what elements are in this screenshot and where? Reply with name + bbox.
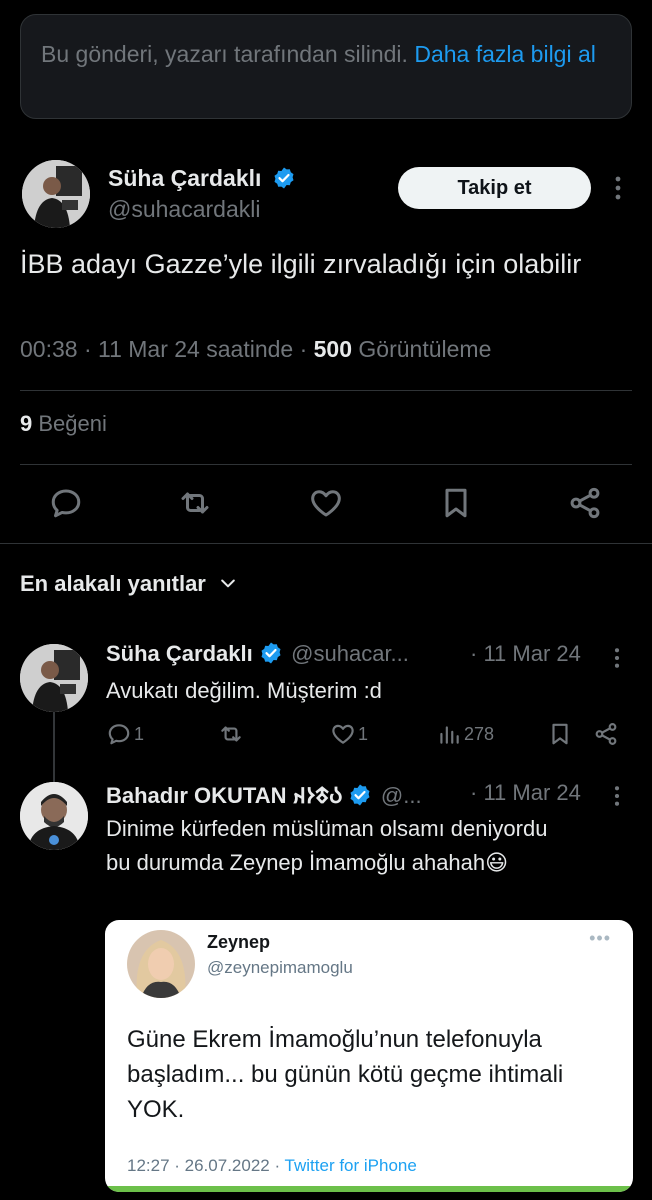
reply-author-handle[interactable]: @suhacar... [291, 641, 409, 666]
post-text: İBB adayı Gazze’yle ilgili zırvaladığı i… [20, 249, 582, 279]
follow-button[interactable]: Takip et [398, 167, 591, 209]
reply-icon[interactable] [48, 485, 84, 521]
likes-count: 9 [20, 411, 33, 436]
like-icon [332, 724, 354, 744]
verified-badge-icon [261, 642, 281, 664]
author-handle[interactable]: @suhacardakli [108, 196, 260, 223]
verified-badge-icon [350, 784, 370, 806]
retweet-icon [221, 726, 241, 742]
embed-time: 12:27 · 26.07.2022 · [127, 1156, 285, 1175]
embed-meta: 12:27 · 26.07.2022 · Twitter for iPhone [127, 1156, 417, 1176]
replies-header: En alakalı yanıtlar [20, 571, 206, 596]
chevron-down-icon [221, 579, 235, 588]
divider [0, 543, 652, 544]
more-icon[interactable] [610, 174, 626, 207]
reply-text: Avukatı değilim. Müşterim :d [106, 678, 382, 703]
views-icon [440, 726, 459, 744]
reply-icon [108, 724, 130, 745]
bookmark-icon[interactable] [438, 485, 474, 521]
reply-avatar[interactable] [20, 644, 88, 712]
author-name[interactable]: Süha Çardaklı [108, 165, 261, 191]
reply-share-action[interactable] [593, 721, 621, 747]
reply-views-action[interactable]: 278 [436, 721, 494, 747]
likes-summary[interactable]: 9 Beğeni [20, 411, 107, 437]
verified-badge-icon [274, 167, 294, 189]
like-icon[interactable] [308, 485, 344, 521]
reply-author-handle[interactable]: @... [381, 783, 422, 808]
bookmark-icon [552, 723, 568, 745]
like-count: 1 [358, 723, 369, 744]
author-name-row: Süha Çardaklı [108, 165, 296, 192]
divider [20, 464, 632, 465]
notice-text: Bu gönderi, yazarı tarafından silindi. [41, 41, 415, 67]
embedded-image[interactable]: Zeynep @zeynepimamoglu ••• Güne Ekrem İm… [105, 920, 633, 1192]
embed-avatar [127, 930, 195, 998]
post-time[interactable]: 00:38 · 11 Mar 24 saatinde · [20, 336, 314, 362]
more-icon[interactable] [610, 784, 624, 813]
reply-bookmark-action[interactable] [547, 721, 575, 747]
thread-line [53, 712, 55, 784]
post-meta: 00:38 · 11 Mar 24 saatinde · 500 Görüntü… [20, 336, 491, 363]
learn-more-link[interactable]: Daha fazla bilgi al [414, 41, 596, 67]
author-avatar[interactable] [22, 160, 90, 228]
embed-text: Güne Ekrem İmamoğlu’nun telefonuyla başl… [127, 1026, 564, 1123]
reply-count: 1 [134, 723, 145, 744]
likes-label: Beğeni [32, 411, 107, 436]
embed-handle: @zeynepimamoglu [207, 958, 353, 977]
deleted-post-notice: Bu gönderi, yazarı tarafından silindi. D… [20, 14, 632, 119]
embed-source: Twitter for iPhone [284, 1156, 417, 1175]
share-icon [595, 723, 617, 745]
view-count: 278 [464, 723, 495, 744]
embed-bottom-bar [105, 1186, 633, 1192]
divider [20, 390, 632, 391]
reply-avatar[interactable] [20, 782, 88, 850]
views-count: 500 [313, 336, 353, 362]
more-icon[interactable] [610, 646, 624, 675]
reply-author-name[interactable]: Bahadır OKUTAN 𐰉𐱃𐰆𐰴 [106, 783, 342, 808]
share-icon[interactable] [567, 485, 603, 521]
retweet-icon[interactable] [177, 485, 213, 521]
replies-sort-dropdown[interactable]: En alakalı yanıtlar [20, 571, 238, 597]
reply-date[interactable]: · 11 Mar 24 [470, 780, 581, 806]
embed-name: Zeynep [207, 932, 271, 952]
embed-more-icon: ••• [589, 928, 611, 948]
reply-like-action[interactable]: 1 [330, 721, 368, 747]
reply-date[interactable]: · 11 Mar 24 [470, 641, 581, 667]
reply-author-name[interactable]: Süha Çardaklı [106, 641, 253, 666]
reply-text: Dinime kürfeden müslüman olsamı deniyord… [106, 816, 548, 875]
views-label: Görüntüleme [352, 336, 492, 362]
reply-reply-action[interactable]: 1 [106, 721, 144, 747]
reply-retweet-action[interactable] [218, 721, 246, 747]
